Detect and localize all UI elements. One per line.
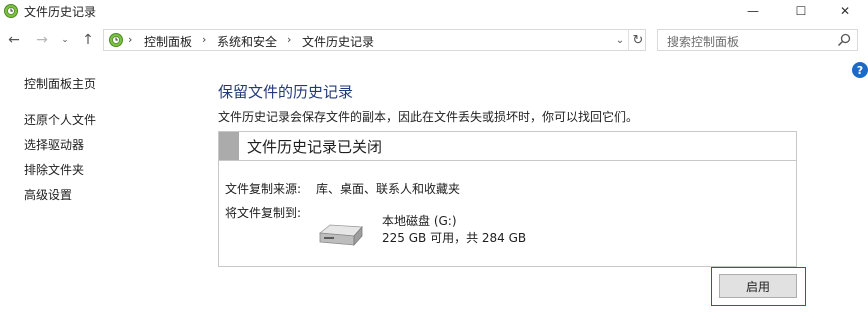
maximize-button[interactable]: ☐ [778, 0, 824, 22]
drive-space: 225 GB 可用，共 284 GB [382, 231, 527, 245]
source-value: 库、桌面、联系人和收藏夹 [316, 182, 461, 196]
recent-locations-chevron-icon[interactable]: ⌄ [58, 29, 72, 51]
search-placeholder: 搜索控制面板 [667, 35, 740, 49]
breadcrumb-control-panel[interactable]: 控制面板 [144, 33, 192, 50]
hard-drive-icon [318, 224, 363, 247]
search-icon[interactable] [837, 33, 851, 47]
help-icon[interactable]: ? [852, 62, 868, 78]
status-panel: 文件历史记录已关闭 文件复制来源: 库、桌面、联系人和收藏夹 将文件复制到: 本… [218, 131, 797, 267]
address-dropdown-icon[interactable]: ⌄ [612, 29, 628, 51]
sidebar-item-control-panel-home[interactable]: 控制面板主页 [24, 75, 96, 92]
page-description: 文件历史记录会保存文件的副本，因此在文件丢失或损坏时，你可以找回它们。 [218, 110, 639, 124]
breadcrumb-file-history[interactable]: 文件历史记录 [302, 33, 374, 50]
drive-name: 本地磁盘 (G:) [382, 214, 457, 228]
forward-arrow-icon[interactable]: → [31, 29, 53, 51]
file-history-icon [109, 33, 123, 47]
source-label: 文件复制来源: [225, 182, 302, 196]
status-title: 文件历史记录已关闭 [247, 138, 383, 156]
up-arrow-icon[interactable]: ↑ [77, 29, 99, 51]
chevron-right-icon[interactable]: › [128, 33, 132, 46]
close-button[interactable]: ✕ [822, 0, 868, 22]
address-bar[interactable]: › 控制面板 › 系统和安全 › 文件历史记录 [103, 29, 646, 51]
chevron-right-icon[interactable]: › [287, 33, 291, 46]
sidebar-item-select-drive[interactable]: 选择驱动器 [24, 136, 84, 153]
window-title: 文件历史记录 [24, 5, 97, 19]
sidebar-item-advanced-settings[interactable]: 高级设置 [24, 186, 72, 203]
status-header: 文件历史记录已关闭 [219, 132, 796, 161]
refresh-icon[interactable]: ↻ [628, 30, 647, 50]
chevron-right-icon[interactable]: › [202, 33, 206, 46]
minimize-button[interactable]: — [730, 0, 776, 22]
sidebar-item-exclude-folders[interactable]: 排除文件夹 [24, 161, 84, 178]
status-accent-bar [219, 132, 239, 160]
title-bar: 文件历史记录 — ☐ ✕ [0, 0, 868, 22]
sidebar-item-restore-personal-files[interactable]: 还原个人文件 [24, 111, 96, 128]
page-title: 保留文件的历史记录 [218, 83, 354, 101]
target-label: 将文件复制到: [225, 206, 302, 220]
file-history-icon [4, 4, 18, 18]
back-arrow-icon[interactable]: ← [3, 29, 25, 51]
enable-button[interactable]: 启用 [719, 274, 797, 298]
breadcrumb-system-security[interactable]: 系统和安全 [217, 33, 277, 50]
search-input[interactable]: 搜索控制面板 [657, 29, 858, 51]
